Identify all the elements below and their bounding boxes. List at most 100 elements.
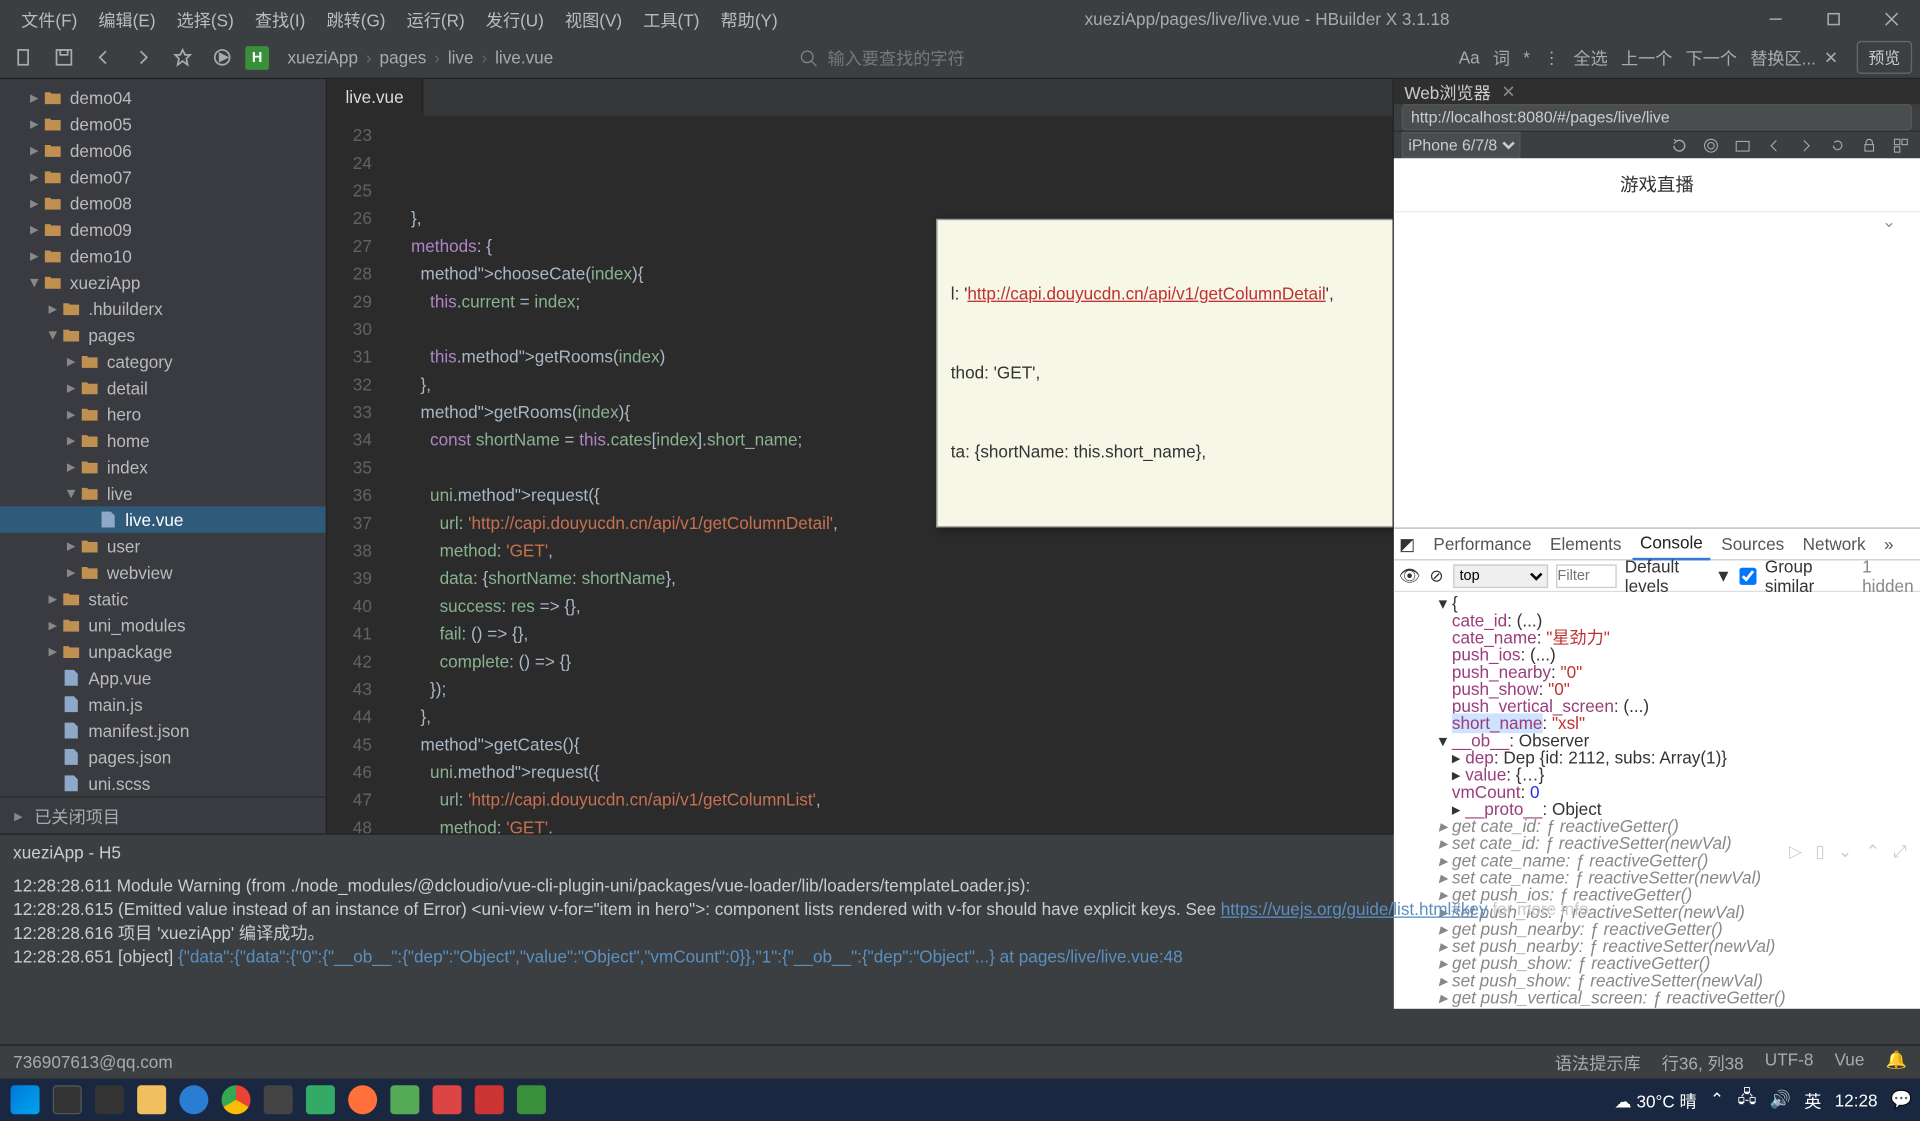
close-button[interactable] (1862, 0, 1920, 37)
group-similar-checkbox[interactable] (1740, 564, 1757, 588)
screenshot-icon[interactable] (1730, 133, 1754, 157)
console-line[interactable]: push_ios: (...) (1399, 646, 1915, 663)
collapse-icon[interactable]: ⌄ (1838, 841, 1852, 862)
menu-item[interactable]: 文件(F) (11, 1, 88, 37)
taskview-icon[interactable] (90, 1080, 130, 1120)
file-tree-item[interactable]: uni.scss (0, 770, 326, 796)
find-option[interactable]: * (1523, 47, 1530, 67)
code-lines[interactable]: l: 'http://capi.douyucdn.cn/api/v1/getCo… (382, 116, 1392, 833)
devtools-tab[interactable]: Elements (1542, 529, 1629, 559)
menu-item[interactable]: 编辑(E) (88, 1, 166, 37)
file-tree-item[interactable]: main.js (0, 691, 326, 717)
url-input[interactable] (1402, 104, 1912, 130)
stop-icon[interactable]: ▯ (1815, 841, 1824, 862)
folder-tree-item[interactable]: category (0, 348, 326, 374)
folder-tree-item[interactable]: detail (0, 375, 326, 401)
close-tab-icon[interactable]: ✕ (1501, 81, 1515, 102)
console-line[interactable]: ▸ get cate_id: ƒ reactiveGetter() (1399, 818, 1915, 835)
folder-tree-item[interactable]: pages (0, 322, 326, 348)
code-area[interactable]: 2324252627282930313233343536373839404142… (327, 116, 1392, 833)
menu-item[interactable]: 选择(S) (166, 1, 244, 37)
menu-item[interactable]: 跳转(G) (316, 1, 396, 37)
app-icon-2[interactable] (301, 1080, 341, 1120)
menu-item[interactable]: 工具(T) (633, 1, 710, 37)
app-icon-5[interactable] (469, 1080, 509, 1120)
folder-tree-item[interactable]: home (0, 427, 326, 453)
minimize-button[interactable] (1746, 0, 1804, 37)
new-file-icon[interactable] (8, 42, 40, 74)
folder-tree-item[interactable]: demo07 (0, 164, 326, 190)
back-icon[interactable] (87, 42, 119, 74)
file-tree-item[interactable]: pages.json (0, 744, 326, 770)
find-option[interactable]: 词 (1493, 45, 1510, 70)
eye-icon[interactable]: 👁 (1399, 565, 1420, 586)
menu-item[interactable]: 帮助(Y) (710, 1, 788, 37)
folder-tree-item[interactable]: .hbuilderx (0, 295, 326, 321)
forward-icon[interactable] (127, 42, 159, 74)
ime-icon[interactable]: 英 (1804, 1087, 1821, 1112)
console-body[interactable]: 12:28:28.611 Module Warning (from ./node… (0, 869, 1920, 1044)
file-tree[interactable]: demo04demo05demo06demo07demo08demo09demo… (0, 79, 326, 796)
edge-icon[interactable] (174, 1080, 214, 1120)
browser-tab-label[interactable]: Web浏览器 (1404, 79, 1490, 104)
nav-back-icon[interactable] (1762, 133, 1786, 157)
maximize-console-icon[interactable]: ⤢ (1893, 841, 1907, 862)
console-line[interactable]: ▸ __proto__: Object (1399, 800, 1915, 817)
folder-tree-item[interactable]: hero (0, 401, 326, 427)
find-option[interactable]: 全选 (1573, 45, 1607, 70)
status-item[interactable]: Vue (1834, 1050, 1864, 1075)
folder-tree-item[interactable]: demo06 (0, 137, 326, 163)
closed-projects-section[interactable]: 已关闭项目 (0, 796, 326, 833)
nav-forward-icon[interactable] (1793, 133, 1817, 157)
folder-tree-item[interactable]: static (0, 585, 326, 611)
explorer-icon[interactable] (132, 1080, 172, 1120)
folder-tree-item[interactable]: live (0, 480, 326, 506)
folder-tree-item[interactable]: webview (0, 559, 326, 585)
folder-tree-item[interactable]: user (0, 533, 326, 559)
devtools-tab[interactable]: Performance (1425, 529, 1539, 559)
log-levels[interactable]: Default levels (1625, 556, 1707, 596)
refresh-icon[interactable] (1667, 133, 1691, 157)
chevron-down-icon[interactable]: ⌄ (1882, 211, 1896, 232)
folder-tree-item[interactable]: xueziApp (0, 269, 326, 295)
clock[interactable]: 12:28 (1835, 1090, 1878, 1110)
close-find-icon[interactable]: ✕ (1824, 47, 1838, 68)
more-tabs-icon[interactable]: » (1876, 529, 1901, 559)
console-line[interactable]: push_show: "0" (1399, 680, 1915, 697)
inspect-icon[interactable]: ◩ (1399, 533, 1423, 554)
find-option[interactable]: ⋮ (1543, 47, 1560, 68)
play-icon[interactable]: ▷ (1789, 841, 1802, 862)
console-line[interactable]: push_vertical_screen: (...) (1399, 698, 1915, 715)
firefox-icon[interactable] (343, 1080, 383, 1120)
clear-console-icon[interactable]: ⊘ (1428, 565, 1445, 586)
breadcrumb-item[interactable]: live (448, 47, 474, 67)
folder-tree-item[interactable]: demo05 (0, 111, 326, 137)
status-item[interactable]: 语法提示库 (1555, 1050, 1641, 1075)
app-icon-4[interactable] (427, 1080, 467, 1120)
device-select[interactable]: iPhone 6/7/8 (1402, 132, 1521, 158)
status-item[interactable]: 行36, 列38 (1662, 1050, 1744, 1075)
breadcrumb[interactable]: xueziApp›pages›live›live.vue (287, 47, 553, 67)
run-icon[interactable] (206, 42, 238, 74)
expand-icon[interactable]: ⌃ (1866, 841, 1880, 862)
filter-input[interactable] (1556, 564, 1617, 588)
network-icon[interactable]: 🖧 (1737, 1085, 1756, 1114)
find-option[interactable]: Aa (1459, 47, 1480, 67)
tray-icon[interactable]: ⌃ (1710, 1089, 1724, 1110)
notification-icon[interactable]: 💬 (1891, 1089, 1912, 1110)
breadcrumb-item[interactable]: xueziApp (287, 47, 358, 67)
weather-widget[interactable]: ☁ 30°C 晴 (1615, 1087, 1697, 1112)
devtools-tab[interactable]: Network (1795, 529, 1874, 559)
menu-item[interactable]: 查找(I) (244, 1, 316, 37)
preview-button[interactable]: 预览 (1857, 41, 1912, 74)
find-option[interactable]: 下一个 (1686, 45, 1737, 70)
folder-tree-item[interactable]: demo08 (0, 190, 326, 216)
console-line[interactable]: cate_name: "星劲力" (1399, 629, 1915, 646)
devtools-tab[interactable]: Sources (1713, 529, 1792, 559)
folder-tree-item[interactable]: demo09 (0, 216, 326, 242)
breadcrumb-item[interactable]: live.vue (495, 47, 553, 67)
app-icon-3[interactable] (385, 1080, 425, 1120)
hidden-count[interactable]: 1 hidden (1862, 556, 1915, 596)
maximize-button[interactable] (1804, 0, 1862, 37)
file-tree-item[interactable]: manifest.json (0, 717, 326, 743)
